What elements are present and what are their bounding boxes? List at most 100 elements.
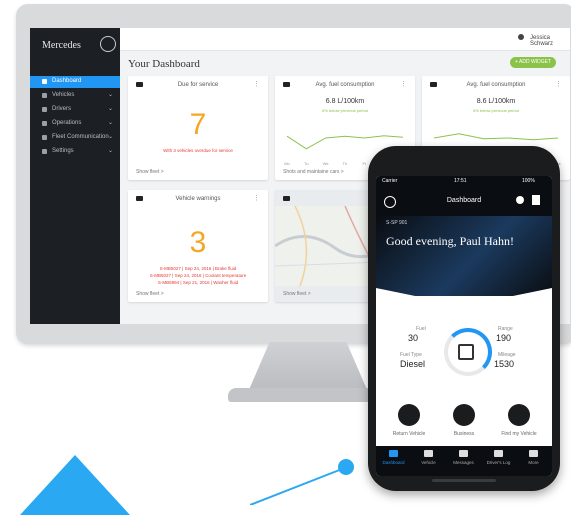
- action-label: Find my Vehicle: [501, 431, 537, 437]
- header-title: Dashboard: [446, 197, 482, 204]
- warning-item[interactable]: S-MB5027 | Sep 24, 2016 | Coolant temper…: [128, 273, 268, 278]
- range-value: 190: [496, 333, 512, 343]
- action-label: Business: [453, 431, 475, 437]
- brand-logo-text: Mercedes: [42, 40, 81, 51]
- sidebar-item-settings[interactable]: Settings ⌄: [30, 146, 120, 158]
- fuel-line-series: [433, 133, 559, 141]
- more-options-icon[interactable]: ⋮: [555, 80, 562, 88]
- range-label: Range: [498, 326, 513, 332]
- profile-icon[interactable]: [516, 196, 524, 204]
- sidebar-item-fleet-communication[interactable]: Fleet Communication ⌄: [30, 132, 120, 144]
- page-title: Your Dashboard: [128, 58, 200, 70]
- mobile-app: Carrier 17:51 100% Dashboard S-SP 901 Go…: [376, 176, 552, 476]
- fuel-value: 8.6 L/100km: [476, 98, 516, 105]
- chevron-down-icon: ⌄: [108, 134, 114, 140]
- action-label: Return Vehicle: [392, 431, 426, 437]
- x-tick-label: Th: [343, 161, 348, 166]
- tab-vehicle[interactable]: Vehicle: [411, 450, 446, 465]
- sidebar: Mercedes Dashboard Vehicles ⌄ Drivers ⌄ …: [30, 28, 120, 324]
- x-tick-label: Mo: [284, 161, 290, 166]
- fuel-label: Fuel: [416, 326, 426, 332]
- status-bar: Carrier 17:51 100%: [376, 176, 552, 186]
- fuel-pump-icon: [458, 344, 474, 360]
- card-title: Vehicle warnings: [175, 196, 221, 202]
- home-icon: [389, 450, 398, 457]
- show-fleet-link[interactable]: Show fleet >: [136, 169, 164, 175]
- carrier: Carrier: [382, 178, 398, 184]
- service-count: 7: [189, 108, 207, 141]
- more-icon: [529, 450, 538, 457]
- business-button[interactable]: [453, 404, 475, 426]
- fuel-value: 6.8 L/100km: [325, 98, 365, 105]
- warning-item[interactable]: S-MB5027 | Sep 24, 2016 | Brake fluid: [128, 266, 268, 271]
- sidebar-item-vehicles[interactable]: Vehicles ⌄: [30, 90, 120, 102]
- more-options-icon[interactable]: ⋮: [400, 80, 407, 88]
- car-icon: [424, 450, 433, 457]
- return-vehicle-button[interactable]: [398, 404, 420, 426]
- sidebar-item-drivers[interactable]: Drivers ⌄: [30, 104, 120, 116]
- tab-dashboard[interactable]: Dashboard: [376, 450, 411, 465]
- service-note: With 3 vehicles overdue for service: [163, 148, 233, 153]
- tab-messages[interactable]: Messages: [446, 450, 481, 465]
- sidebar-item-label: Vehicles: [52, 92, 75, 98]
- mileage-value: 1530: [494, 359, 515, 369]
- x-tick-label: Tu: [304, 161, 309, 166]
- message-icon: [42, 135, 47, 140]
- tab-bar: Dashboard Vehicle Messages Driver's Log …: [376, 446, 552, 476]
- license-plate: S-SP 901: [386, 220, 408, 226]
- message-icon: [459, 450, 468, 457]
- decorative-line: [250, 459, 354, 505]
- more-options-icon[interactable]: ⋮: [253, 194, 260, 202]
- show-cars-link[interactable]: Shots and maintaine cars >: [283, 169, 344, 175]
- app-header: Dashboard: [376, 186, 552, 216]
- x-tick-label: Fr: [362, 161, 366, 166]
- warning-item[interactable]: S-MB5994 | Sep 21, 2016 | Washer fluid: [128, 280, 268, 285]
- show-fleet-link[interactable]: Show fleet >: [136, 291, 164, 297]
- sidebar-item-label: Settings: [52, 148, 74, 154]
- mileage-label: Mileage: [498, 352, 516, 358]
- tab-drivers-log[interactable]: Driver's Log: [481, 450, 516, 465]
- sidebar-item-operations[interactable]: Operations ⌄: [30, 118, 120, 130]
- dashboard-icon: [42, 79, 47, 84]
- chevron-down-icon: ⌄: [108, 92, 114, 98]
- monitor-stand-neck: [248, 342, 368, 392]
- clock: 17:51: [454, 178, 467, 184]
- card-vehicle-warnings[interactable]: Vehicle warnings ⋮ 3 S-MB5027 | Sep 24, …: [128, 190, 268, 302]
- battery-level: 100%: [522, 178, 535, 184]
- find-vehicle-button[interactable]: [508, 404, 530, 426]
- car-icon: [42, 93, 47, 98]
- info-icon[interactable]: [532, 195, 540, 205]
- sidebar-item-label: Operations: [52, 120, 82, 126]
- hero-banner: [376, 216, 552, 296]
- sidebar-item-label: Fleet Communication: [52, 134, 109, 140]
- fuel-type-value: Diesel: [400, 359, 426, 369]
- x-tick-label: We: [323, 161, 330, 166]
- fuel-value: 30: [408, 333, 419, 343]
- card-title: Avg. fuel consumption: [466, 82, 526, 88]
- user-name[interactable]: Jessica Schwarz: [530, 35, 570, 47]
- user-icon[interactable]: [518, 34, 524, 40]
- topbar: Jessica Schwarz: [120, 28, 570, 51]
- fuel-trend: 6% below previous period: [322, 108, 368, 113]
- fuel-trend: 6% below previous period: [473, 108, 519, 113]
- sidebar-item-dashboard[interactable]: Dashboard: [30, 76, 120, 88]
- fuel-type-label: Fuel Type: [400, 352, 422, 358]
- tab-more[interactable]: More: [516, 450, 551, 465]
- brand-star-icon: [100, 36, 116, 52]
- gear-icon: [42, 149, 47, 154]
- chevron-down-icon: ⌄: [108, 148, 114, 154]
- driver-icon: [42, 107, 47, 112]
- chevron-down-icon: ⌄: [108, 120, 114, 126]
- home-indicator: [432, 479, 496, 482]
- car-icon: [283, 196, 290, 201]
- sidebar-item-label: Dashboard: [52, 78, 82, 84]
- more-options-icon[interactable]: ⋮: [253, 80, 260, 88]
- sidebar-item-label: Drivers: [52, 106, 71, 112]
- show-fleet-link[interactable]: Show fleet >: [283, 291, 311, 297]
- add-widget-button[interactable]: + ADD WIDGET: [510, 57, 556, 68]
- card-due-for-service[interactable]: Due for service ⋮ 7 With 3 vehicles over…: [128, 76, 268, 180]
- log-icon: [494, 450, 503, 457]
- card-title: Due for service: [177, 82, 219, 88]
- phone-device: Carrier 17:51 100% Dashboard S-SP 901 Go…: [368, 146, 560, 491]
- card-title: Avg. fuel consumption: [315, 82, 375, 88]
